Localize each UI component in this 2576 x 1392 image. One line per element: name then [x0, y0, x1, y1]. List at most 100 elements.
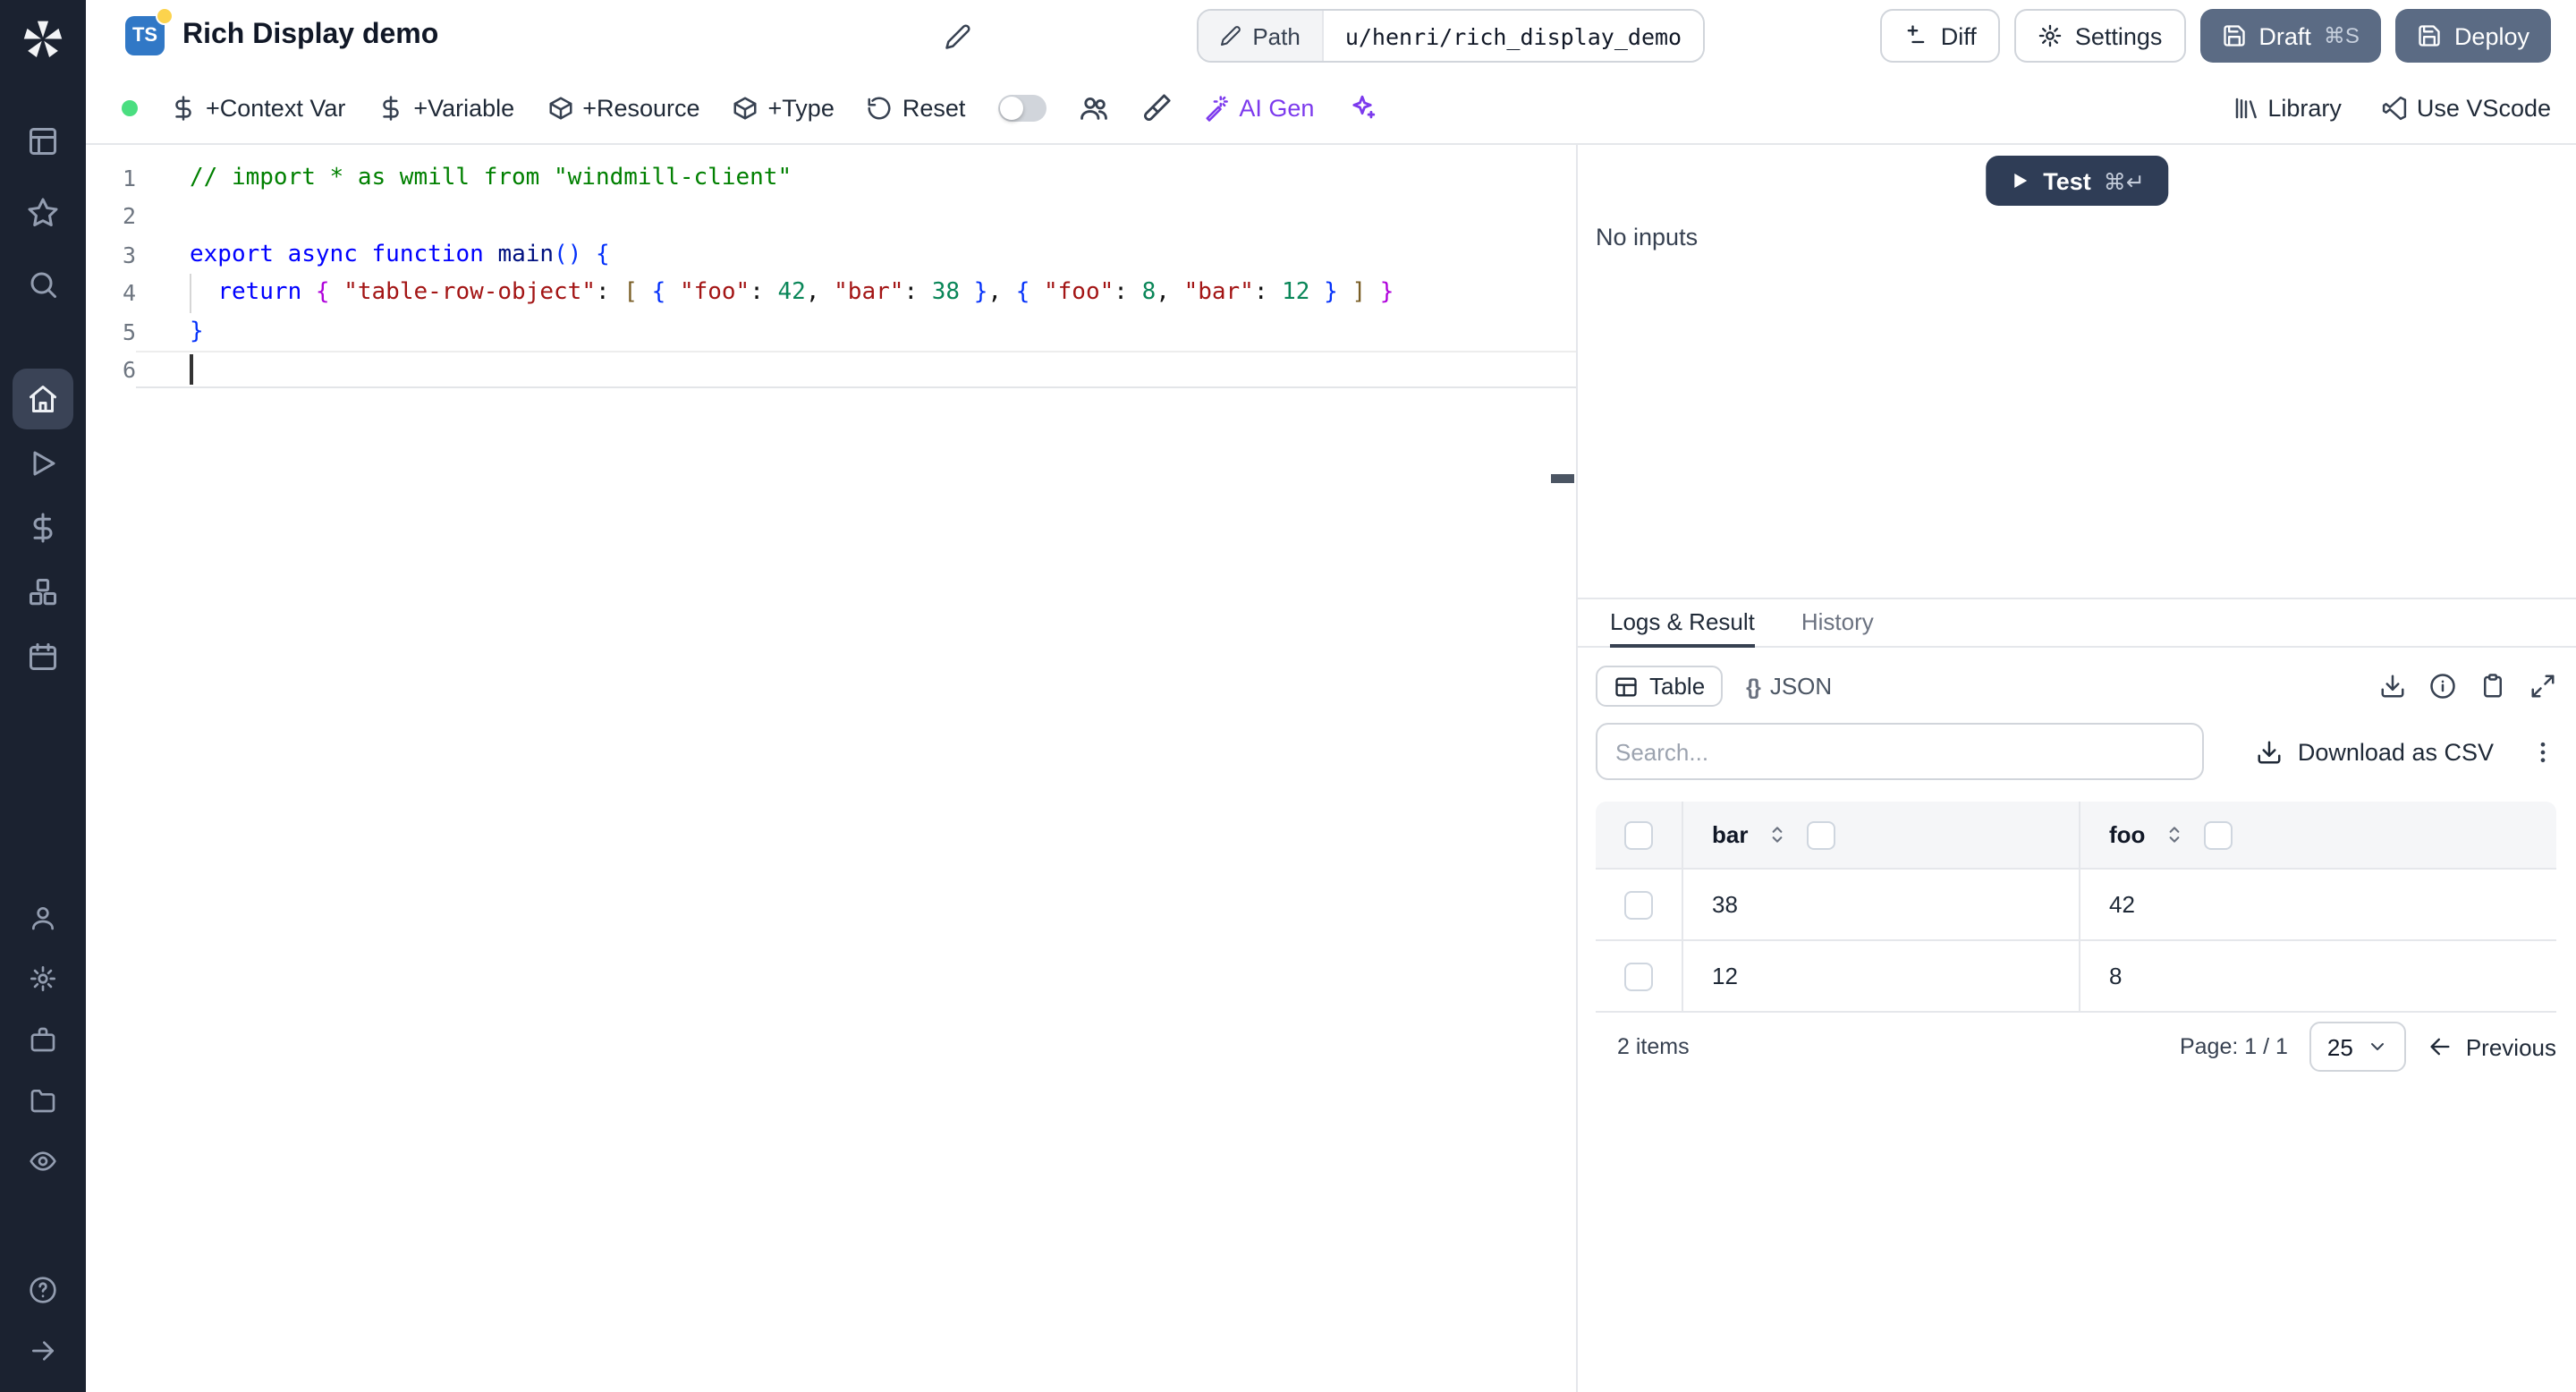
arrow-left-icon [2428, 1034, 2453, 1059]
column-header-bar[interactable]: bar [1712, 821, 1748, 848]
tab-logs-result[interactable]: Logs & Result [1610, 599, 1755, 648]
column-checkbox-foo[interactable] [2204, 820, 2233, 849]
library-button[interactable]: Library [2232, 94, 2342, 121]
line-number: 2 [122, 202, 136, 230]
edit-summary-icon[interactable] [945, 22, 971, 49]
wand-icon [1203, 94, 1230, 121]
dollar-icon [170, 94, 197, 121]
sidebar-item-runs[interactable] [13, 433, 73, 494]
page-size-select[interactable]: 25 [2309, 1022, 2407, 1072]
sidebar-item-variables[interactable] [13, 497, 73, 558]
app-window: TS Rich Display demo Path Diff [0, 0, 2576, 1392]
sort-foo-icon[interactable] [2163, 823, 2186, 846]
code-line[interactable]: 3 export async function main() { [86, 236, 1576, 275]
multiplayer-toggle[interactable] [997, 94, 1046, 121]
row-checkbox[interactable] [1624, 962, 1653, 990]
download-csv-button[interactable]: Download as CSV [2257, 738, 2494, 765]
sidebar-item-help[interactable] [13, 1260, 73, 1320]
line-number: 6 [122, 355, 136, 383]
sidebar-item-favorites[interactable] [13, 182, 73, 243]
items-count: 2 items [1617, 1034, 1690, 1059]
editor-toolbar: +Context Var +Variable +Resource +Type R… [86, 72, 2576, 145]
code-line[interactable]: 1// import * as wmill from "windmill-cli… [86, 159, 1576, 198]
code-editor[interactable]: 1// import * as wmill from "windmill-cli… [86, 145, 1578, 1392]
column-header-foo[interactable]: foo [2109, 821, 2145, 848]
copy-result-icon[interactable] [2479, 673, 2506, 700]
code-line[interactable]: 5} [86, 312, 1576, 351]
line-number: 5 [122, 318, 136, 345]
table-header-row: bar foo [1596, 802, 2556, 870]
result-panel: Logs & Result History Table {} JSON Sear… [1578, 598, 2576, 1392]
code-line[interactable]: 6 [86, 351, 1576, 389]
sidebar-item-apps[interactable] [13, 111, 73, 172]
add-context-var-button[interactable]: +Context Var [170, 94, 345, 121]
table-row[interactable]: 12 8 [1596, 941, 2556, 1013]
code-line[interactable]: 2 [86, 198, 1576, 236]
sidebar-item-settings[interactable] [13, 948, 73, 1009]
box-icon [547, 94, 573, 121]
add-resource-button[interactable]: +Resource [547, 94, 700, 121]
sidebar-item-schedules[interactable] [13, 626, 73, 687]
settings-button[interactable]: Settings [2013, 9, 2186, 63]
reset-button[interactable]: Reset [867, 94, 965, 121]
ai-sparkles-icon[interactable] [1346, 92, 1377, 123]
row-checkbox[interactable] [1624, 890, 1653, 919]
header: TS Rich Display demo Path Diff [86, 0, 2576, 72]
draft-button[interactable]: Draft ⌘S [2199, 9, 2381, 63]
inputs-panel: Test ⌘↵ No inputs [1578, 145, 2576, 598]
previous-page-button[interactable]: Previous [2428, 1033, 2556, 1060]
result-table: bar foo 38 42 12 8 2 items Page: 1 / 1 2… [1596, 802, 2556, 1081]
sidebar-item-home[interactable] [13, 369, 73, 429]
add-type-button[interactable]: +Type [733, 94, 835, 121]
ai-gen-button[interactable]: AI Gen [1203, 94, 1314, 121]
test-button[interactable]: Test ⌘↵ [1986, 156, 2168, 206]
view-json-button[interactable]: {} JSON [1730, 667, 1848, 705]
multiplayer-users-icon[interactable] [1078, 92, 1108, 123]
add-variable-button[interactable]: +Variable [377, 94, 514, 121]
column-checkbox-bar[interactable] [1807, 820, 1836, 849]
deploy-button[interactable]: Deploy [2394, 9, 2551, 63]
sidebar-item-resources[interactable] [13, 562, 73, 623]
sidebar-item-audit-logs[interactable] [13, 1131, 73, 1192]
deploy-save-icon [2417, 23, 2442, 48]
code-line[interactable]: 4 return { "table-row-object": [ { "foo"… [86, 274, 1576, 313]
select-all-checkbox[interactable] [1624, 820, 1653, 849]
sidebar-item-workers[interactable] [13, 1009, 73, 1070]
path-chip[interactable]: Path [1199, 11, 1324, 61]
table-row[interactable]: 38 42 [1596, 870, 2556, 941]
braces-icon: {} [1746, 674, 1761, 699]
view-table-button[interactable]: Table [1596, 666, 1724, 707]
sidebar-item-user[interactable] [13, 887, 73, 948]
sidebar-item-search[interactable] [13, 254, 73, 315]
cell-bar: 12 [1712, 963, 1738, 989]
text-cursor [190, 353, 192, 385]
path-input[interactable] [1323, 11, 1703, 61]
page-indicator: Page: 1 / 1 [2179, 1034, 2288, 1059]
search-input[interactable] [1596, 723, 2204, 780]
windmill-logo-icon[interactable] [20, 16, 66, 63]
info-icon[interactable] [2429, 673, 2456, 700]
download-icon [2257, 738, 2284, 765]
play-icon [2009, 170, 2030, 191]
page-title: Rich Display demo [182, 20, 439, 50]
status-dot [122, 99, 138, 115]
table-menu-button[interactable] [2529, 738, 2556, 765]
line-number: 4 [122, 279, 136, 307]
expand-result-icon[interactable] [2529, 673, 2556, 700]
diff-button[interactable]: Diff [1879, 9, 2000, 63]
code-lines: 1// import * as wmill from "windmill-cli… [86, 159, 1576, 389]
sidebar-expand-button[interactable] [13, 1320, 73, 1381]
sort-bar-icon[interactable] [1766, 823, 1789, 846]
download-result-icon[interactable] [2379, 673, 2406, 700]
cell-foo: 8 [2109, 963, 2123, 989]
format-code-icon[interactable] [1140, 92, 1171, 123]
reset-icon [867, 94, 894, 121]
tab-history[interactable]: History [1801, 599, 1874, 648]
table-footer: 2 items Page: 1 / 1 25 Previous [1596, 1013, 2556, 1081]
sidebar-item-folders[interactable] [13, 1070, 73, 1131]
ts-badge-sticker [156, 7, 174, 25]
sidebar [0, 0, 86, 1392]
box-icon [733, 94, 759, 121]
use-vscode-button[interactable]: Use VScode [2381, 94, 2551, 121]
right-panel: Test ⌘↵ No inputs Logs & Result History [1578, 145, 2576, 1392]
